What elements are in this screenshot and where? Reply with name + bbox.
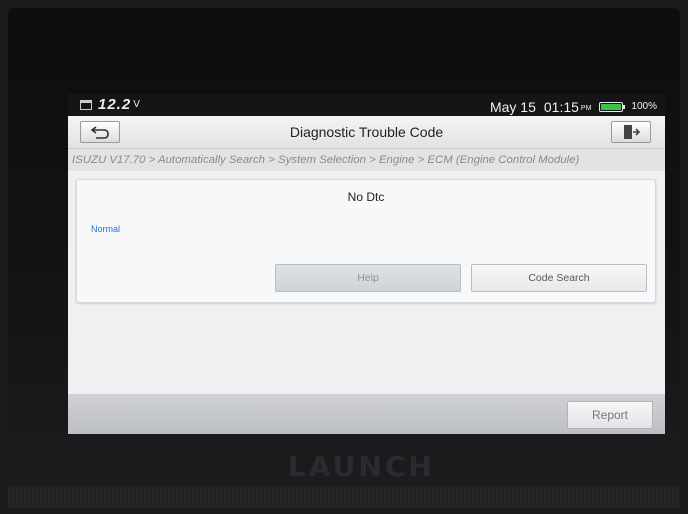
battery-fill [601,104,622,110]
exit-door-icon [624,125,640,139]
calendar-icon [80,100,92,110]
system-status: Normal [91,224,121,234]
device-screen: 12.2 V May 15 01:15 PM 100% Diagnostic T… [68,94,665,434]
bottom-toolbar: Report [68,394,665,434]
dtc-message: No Dtc [347,190,385,204]
battery-voltage: 12.2 [98,96,132,113]
status-bar-left: 12.2 V [80,94,140,116]
breadcrumb: ISUZU V17.70 > Automatically Search > Sy… [68,149,665,171]
help-button[interactable]: Help [275,264,461,292]
bezel-texture [8,486,680,508]
status-time: 01:15 [543,99,579,115]
page-title: Diagnostic Trouble Code [289,124,444,140]
status-date: May 15 [489,99,536,115]
title-bar: Diagnostic Trouble Code [68,116,665,149]
brand-logo: LAUNCH [288,450,435,483]
status-bar: 12.2 V May 15 01:15 PM 100% [68,94,665,116]
report-button[interactable]: Report [567,401,653,429]
battery-percent: 100% [631,101,657,112]
code-search-button[interactable]: Code Search [471,264,647,292]
battery-icon [599,102,626,112]
main-content: No Dtc Normal Help Code Search [68,171,665,391]
dtc-result-panel: No Dtc Normal Help Code Search [76,179,656,303]
exit-button[interactable] [611,121,651,143]
voltage-unit: V [133,99,140,110]
